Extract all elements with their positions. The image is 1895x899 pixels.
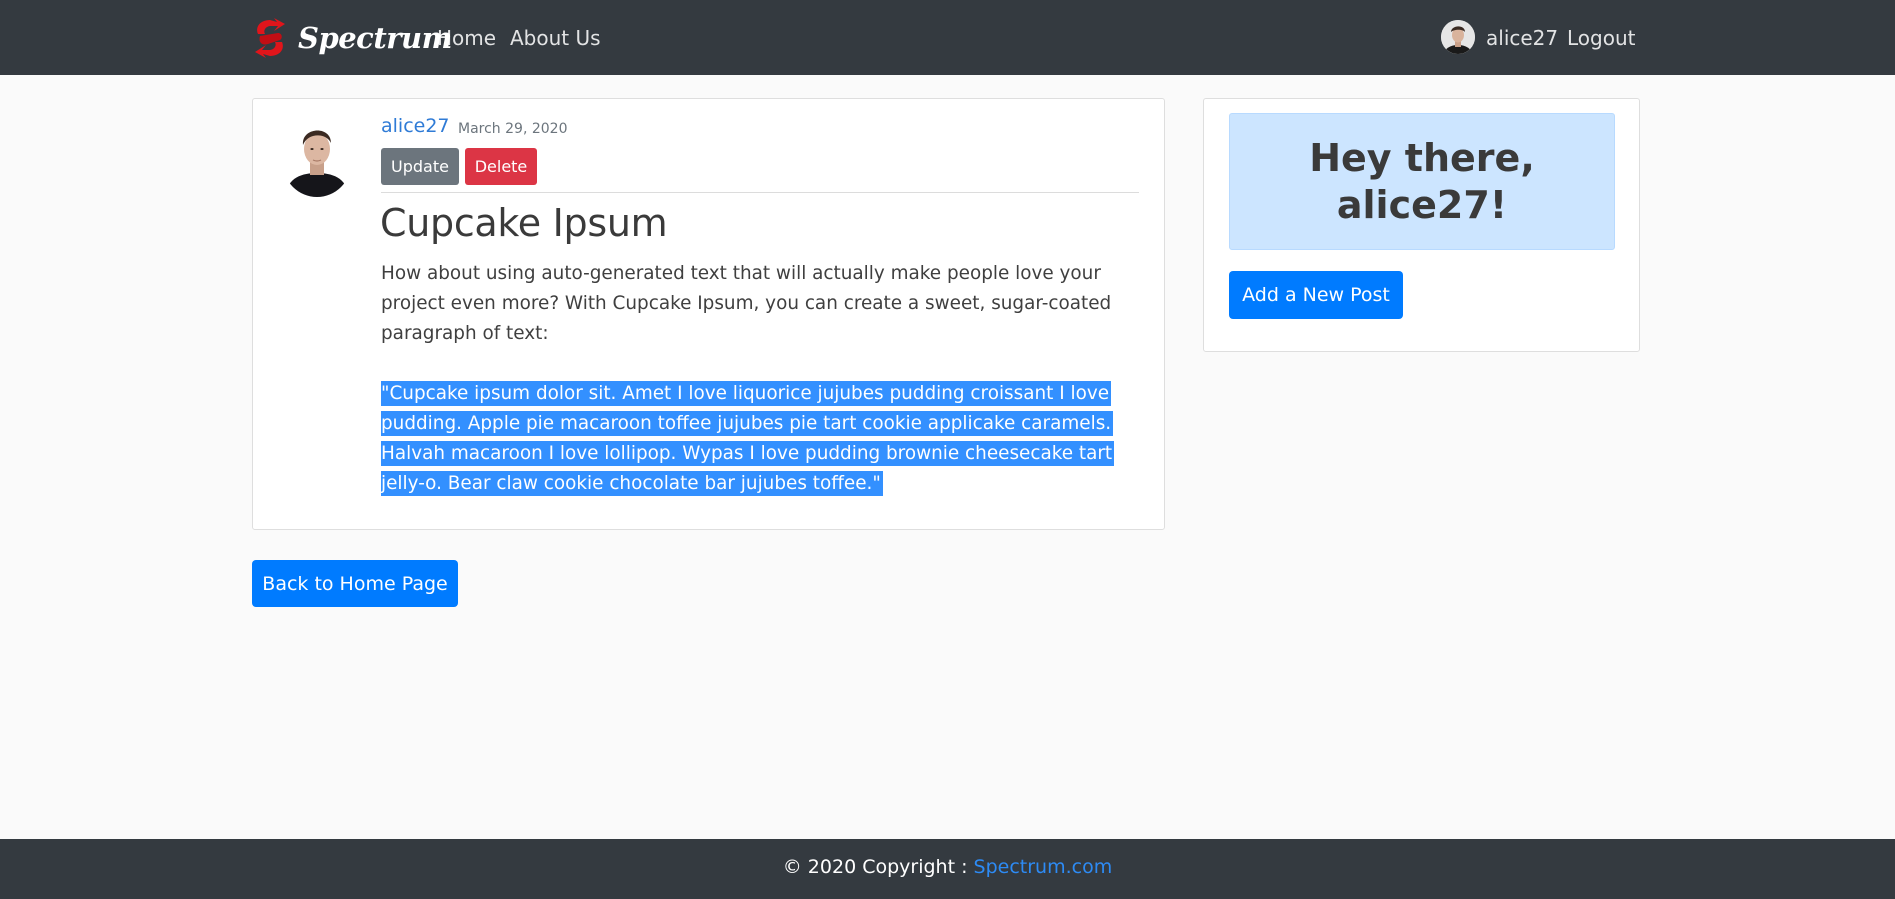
post-date: March 29, 2020 xyxy=(458,121,568,137)
person-photo-icon xyxy=(283,119,351,197)
spectrum-logo-icon xyxy=(255,18,285,58)
delete-post-button[interactable]: Delete xyxy=(465,148,537,185)
greeting-text: Hey there, alice27! xyxy=(1309,135,1535,227)
update-post-button[interactable]: Update xyxy=(381,148,459,185)
author-avatar xyxy=(283,119,351,197)
person-photo-icon xyxy=(1441,20,1475,54)
brand-link[interactable]: Spectrum xyxy=(252,13,452,63)
brand-name: Spectrum xyxy=(298,21,452,55)
back-to-home-button[interactable]: Back to Home Page xyxy=(252,560,458,607)
selected-text[interactable]: "Cupcake ipsum dolor sit. Amet I love li… xyxy=(381,381,1115,496)
post-intro-paragraph[interactable]: How about using auto-generated text that… xyxy=(381,259,1147,349)
copyright-text: © 2020 Copyright : xyxy=(782,856,974,878)
sidebar-card: Hey there, alice27! Add a New Post xyxy=(1203,98,1640,352)
footer-site-link[interactable]: Spectrum.com xyxy=(974,856,1113,878)
nav-about-link[interactable]: About Us xyxy=(510,24,601,52)
footer-copyright: © 2020 Copyright : Spectrum.com xyxy=(0,856,1895,878)
post-content[interactable]: How about using auto-generated text that… xyxy=(381,259,1147,499)
divider xyxy=(381,192,1139,193)
post-title: Cupcake Ipsum xyxy=(380,201,668,245)
post-quote-paragraph[interactable]: "Cupcake ipsum dolor sit. Amet I love li… xyxy=(381,379,1147,499)
post-card: alice27 March 29, 2020 Update Delete Cup… xyxy=(252,98,1165,530)
navbar: Spectrum Home About Us alice27 Logout xyxy=(0,0,1895,75)
nav-logout-link[interactable]: Logout xyxy=(1567,24,1635,52)
add-new-post-button[interactable]: Add a New Post xyxy=(1229,271,1403,319)
greeting-alert: Hey there, alice27! xyxy=(1229,113,1615,250)
user-avatar[interactable] xyxy=(1441,20,1475,54)
footer: © 2020 Copyright : Spectrum.com xyxy=(0,839,1895,899)
nav-home-link[interactable]: Home xyxy=(437,24,496,52)
nav-username-link[interactable]: alice27 xyxy=(1486,24,1558,52)
post-author-link[interactable]: alice27 xyxy=(381,115,450,137)
